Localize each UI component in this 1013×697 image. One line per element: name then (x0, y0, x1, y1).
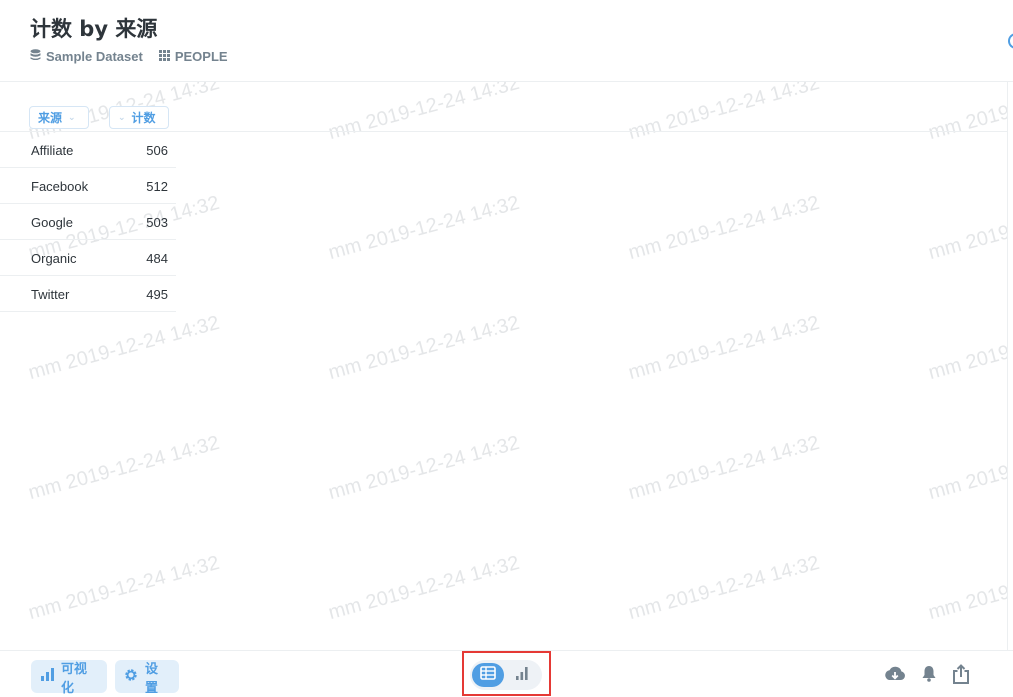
gear-icon (124, 668, 145, 686)
share-button[interactable] (950, 663, 972, 689)
chart-view-toggle[interactable] (506, 663, 538, 687)
download-icon (884, 665, 906, 688)
table-row[interactable]: Affiliate 506 (0, 132, 176, 168)
breadcrumb-database[interactable]: Sample Dataset (30, 49, 143, 64)
table-row[interactable]: Google 503 (0, 204, 176, 240)
watermark-text: mm 2019-12-24 14:32 (926, 192, 1008, 265)
table-row[interactable]: Organic 484 (0, 240, 176, 276)
question-header: 计数 by 来源 Sample Dataset PEOPLE (0, 0, 1013, 82)
cell-source[interactable]: Twitter (31, 287, 69, 302)
column-header-source-label: 来源 (38, 111, 63, 125)
table-body: Affiliate 506 Facebook 512 Google 503 Or… (0, 132, 176, 312)
cell-count[interactable]: 506 (146, 143, 168, 158)
table-row[interactable]: Facebook 512 (0, 168, 176, 204)
content-divider (1007, 82, 1008, 650)
visualize-label: 可视化 (61, 661, 88, 696)
watermark-text: mm 2019-12-24 14:32 (326, 551, 522, 625)
watermark-text: mm 2019-12-24 14:32 (626, 311, 822, 385)
breadcrumb-database-label: Sample Dataset (46, 49, 143, 64)
chevron-down-icon: ⌄ (68, 112, 76, 123)
table-header-bar: 来源 ⌄ ⌄ 计数 (0, 82, 1008, 132)
column-header-source[interactable]: 来源 ⌄ (29, 106, 89, 129)
watermark-text: mm 2019-12-24 14:32 (626, 431, 822, 505)
bar-chart-icon (40, 668, 61, 685)
watermark-text: mm 2019-12-24 14:32 (926, 312, 1008, 385)
view-toggle[interactable] (470, 660, 542, 690)
cell-count[interactable]: 512 (146, 179, 168, 194)
breadcrumb-table[interactable]: PEOPLE (158, 49, 228, 64)
column-header-count-label: 计数 (131, 111, 156, 125)
cell-source[interactable]: Google (31, 215, 73, 230)
cell-source[interactable]: Facebook (31, 179, 88, 194)
watermark-text: mm 2019-12-24 14:32 (926, 552, 1008, 625)
cell-count[interactable]: 503 (146, 215, 168, 230)
watermark-text: mm 2019-12-24 14:32 (26, 311, 222, 385)
share-icon (952, 663, 970, 689)
visualize-button[interactable]: 可视化 (31, 660, 107, 696)
database-icon (30, 49, 46, 64)
watermark-text: mm 2019-12-24 14:32 (926, 432, 1008, 505)
download-button[interactable] (884, 665, 906, 687)
chevron-down-icon: ⌄ (118, 112, 126, 123)
watermark-text: mm 2019-12-24 14:32 (326, 431, 522, 505)
settings-label: 设置 (145, 661, 159, 696)
settings-button[interactable]: 设置 (115, 660, 179, 696)
watermark-text: mm 2019-12-24 14:32 (26, 551, 222, 625)
page-title: 计数 by 来源 (30, 17, 158, 41)
breadcrumb: Sample Dataset PEOPLE (30, 49, 244, 64)
watermark-text: mm 2019-12-24 14:32 (626, 191, 822, 265)
bell-icon (921, 665, 937, 687)
cell-count[interactable]: 484 (146, 251, 168, 266)
alert-button[interactable] (918, 665, 940, 687)
watermark-text: mm 2019-12-24 14:32 (326, 311, 522, 385)
table-icon (480, 665, 496, 685)
column-header-count[interactable]: ⌄ 计数 (109, 106, 169, 129)
table-view-toggle[interactable] (472, 663, 504, 687)
cell-source[interactable]: Affiliate (31, 143, 73, 158)
watermark-text: mm 2019-12-24 14:32 (326, 191, 522, 265)
bar-chart-icon (515, 666, 529, 685)
watermark-text: mm 2019-12-24 14:32 (26, 431, 222, 505)
watermark-text: mm 2019-12-24 14:32 (626, 551, 822, 625)
grid-icon (158, 49, 175, 64)
collapsed-panel-handle[interactable] (1008, 33, 1013, 49)
breadcrumb-table-label: PEOPLE (174, 49, 228, 64)
cell-count[interactable]: 495 (146, 287, 168, 302)
table-row[interactable]: Twitter 495 (0, 276, 176, 312)
cell-source[interactable]: Organic (31, 251, 77, 266)
